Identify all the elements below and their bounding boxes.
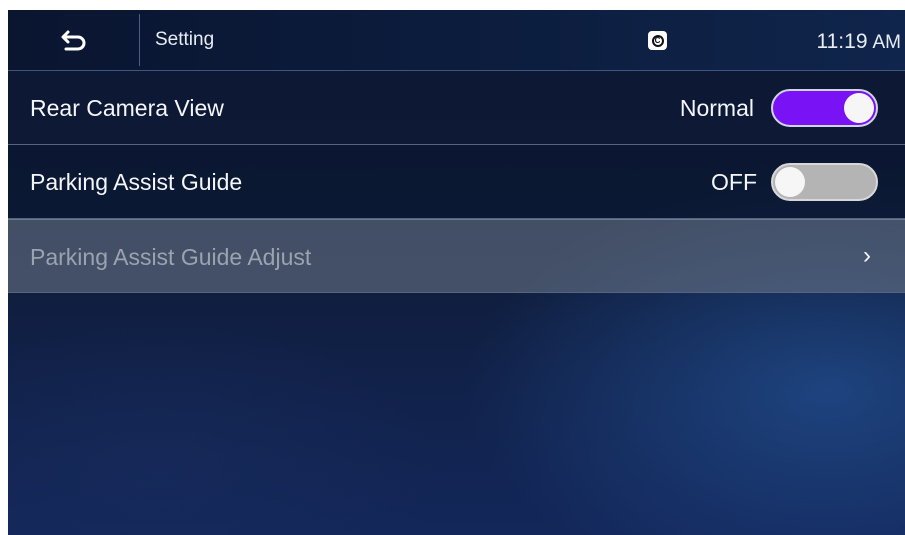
setting-label: Parking Assist Guide [30, 169, 243, 195]
setting-row-parking-assist-guide[interactable]: Parking Assist Guide OFF [8, 145, 905, 219]
header-bar: Setting C 11:19 AM [8, 10, 905, 71]
setting-row-parking-assist-guide-adjust[interactable]: Parking Assist Guide Adjust › [8, 219, 905, 293]
clock-time: 11:19 [816, 30, 868, 53]
status-icon-letter: C [651, 34, 664, 47]
clock: 11:19 AM [817, 30, 902, 54]
parking-assist-guide-toggle[interactable] [771, 163, 878, 201]
carplay-c-icon: C [648, 31, 667, 50]
clock-ampm: AM [872, 32, 902, 53]
setting-status: Normal [679, 95, 754, 121]
page-title: Setting [155, 29, 215, 50]
setting-row-rear-camera-view[interactable]: Rear Camera View Normal [8, 71, 905, 145]
setting-label: Rear Camera View [30, 95, 224, 121]
setting-label: Parking Assist Guide Adjust [30, 244, 312, 270]
rear-camera-view-toggle[interactable] [771, 89, 878, 127]
settings-screen: Setting C 11:19 AM Rear Camera View Norma… [8, 10, 905, 535]
toggle-knob [844, 93, 874, 123]
back-arrow-icon [60, 29, 88, 51]
back-button[interactable] [8, 10, 139, 70]
setting-status: OFF [711, 169, 757, 195]
header-divider [139, 14, 140, 66]
toggle-knob [775, 167, 805, 197]
chevron-right-icon: › [863, 242, 871, 269]
